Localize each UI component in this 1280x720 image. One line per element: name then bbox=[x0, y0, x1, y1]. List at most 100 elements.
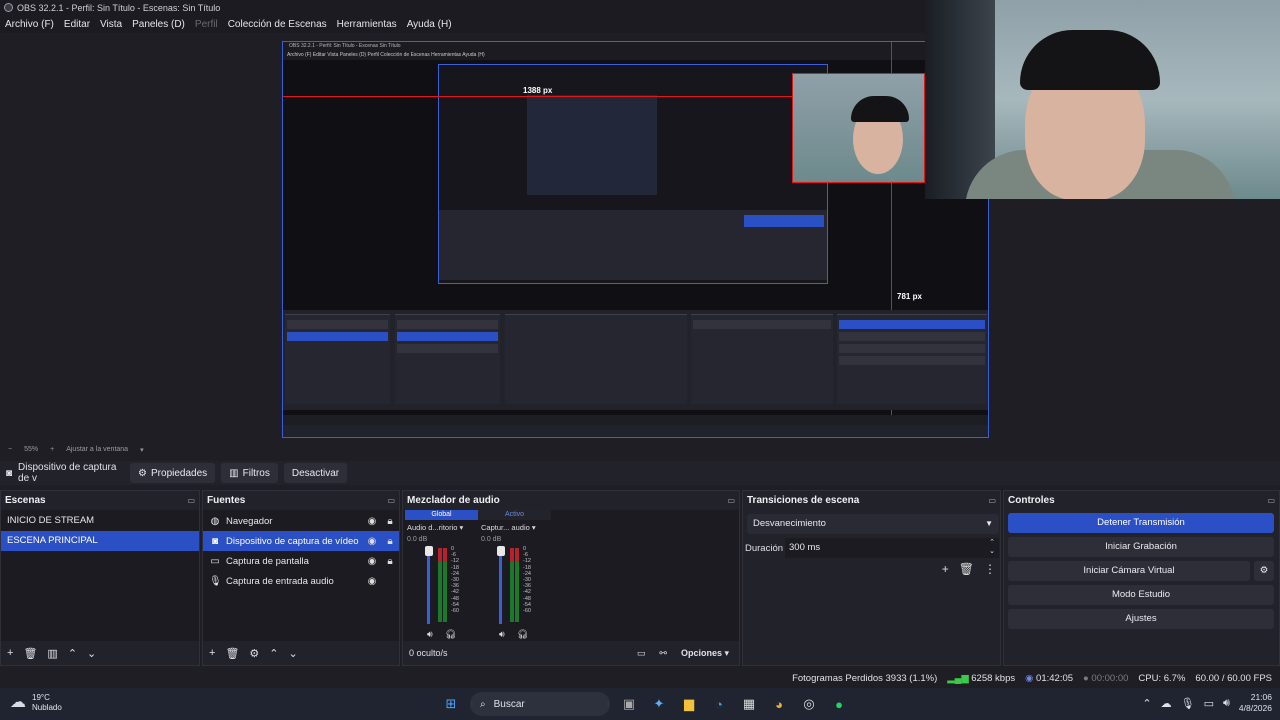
display-icon[interactable]: ▭ bbox=[1204, 697, 1214, 710]
level-meter-peak bbox=[515, 548, 519, 562]
undock-icon[interactable]: ▭ bbox=[1267, 496, 1275, 505]
windows-start-icon[interactable]: ⊞ bbox=[440, 693, 462, 715]
level-meter-peak bbox=[443, 548, 447, 562]
headphones-icon[interactable]: 🎧︎ bbox=[445, 629, 456, 640]
menu-archivo[interactable]: Archivo (F) bbox=[5, 19, 54, 30]
gear-icon: ⚙ bbox=[138, 467, 148, 479]
move-down-icon[interactable]: ⌄ bbox=[289, 647, 298, 660]
transition-select[interactable]: Desvanecimiento ▼ bbox=[747, 514, 999, 534]
task-view-icon[interactable]: ▣ bbox=[618, 693, 640, 715]
stream-time: 01:42:05 bbox=[1036, 672, 1074, 684]
start-recording-button[interactable]: Iniciar Grabación bbox=[1008, 537, 1274, 557]
filters-button[interactable]: ▥ Filtros bbox=[221, 463, 278, 483]
trash-icon[interactable]: 🗑 bbox=[225, 647, 239, 660]
properties-button[interactable]: ⚙ Propiedades bbox=[130, 463, 216, 483]
speaker-icon[interactable]: 🔊︎ bbox=[427, 629, 433, 640]
scene-item[interactable]: ESCENA PRINCIPAL bbox=[1, 531, 199, 551]
menu-paneles[interactable]: Paneles (D) bbox=[132, 19, 185, 30]
properties-label: Propiedades bbox=[151, 467, 208, 479]
eye-icon[interactable]: ◉ bbox=[363, 516, 381, 527]
source-item[interactable]: 🎙︎ Captura de entrada audio ◉ bbox=[203, 571, 399, 591]
clock[interactable]: 21:06 4/8/2026 bbox=[1239, 692, 1272, 714]
chevron-down-icon[interactable]: ▾ bbox=[140, 446, 144, 454]
duration-field[interactable]: 300 ms ⌃ ⌄ bbox=[785, 538, 999, 558]
weather-widget[interactable]: ☁ 19°C Nublado bbox=[10, 693, 62, 713]
volume-icon[interactable]: 🔊︎ bbox=[1223, 697, 1230, 710]
move-up-icon[interactable]: ⌃ bbox=[68, 647, 77, 660]
spinner-icon[interactable]: ⌃ ⌄ bbox=[989, 538, 995, 556]
link-icon[interactable]: ⚯ bbox=[659, 648, 667, 659]
edge-icon[interactable]: ◔ bbox=[708, 693, 730, 715]
channel-name[interactable]: Audio d...ritorio ▾ bbox=[405, 522, 477, 534]
lock-icon[interactable]: 🔒︎ bbox=[381, 556, 399, 567]
menu-editar[interactable]: Editar bbox=[64, 19, 90, 30]
volume-slider-handle[interactable] bbox=[425, 546, 433, 556]
trash-icon[interactable]: 🗑 bbox=[23, 647, 37, 660]
eye-icon[interactable]: ◉ bbox=[363, 576, 381, 587]
store-icon[interactable]: ▦ bbox=[738, 693, 760, 715]
move-down-icon[interactable]: ⌄ bbox=[87, 647, 96, 660]
speaker-icon[interactable]: 🔊︎ bbox=[499, 629, 505, 640]
menu-ayuda[interactable]: Ayuda (H) bbox=[407, 19, 452, 30]
tab-active[interactable]: Activo bbox=[478, 510, 551, 520]
studio-mode-button[interactable]: Modo Estudio bbox=[1008, 585, 1274, 605]
trash-icon[interactable]: 🗑 bbox=[959, 562, 974, 576]
eye-icon[interactable]: ◉ bbox=[363, 536, 381, 547]
gear-icon[interactable]: ⚙ bbox=[249, 647, 259, 660]
channel-name[interactable]: Captur... audio ▾ bbox=[479, 522, 551, 534]
undock-icon[interactable]: ▭ bbox=[187, 496, 195, 505]
chevron-up-icon[interactable]: ⌃ bbox=[1142, 697, 1151, 710]
headphones-icon[interactable]: 🎧︎ bbox=[517, 629, 528, 640]
add-icon[interactable]: + bbox=[942, 562, 949, 576]
undock-icon[interactable]: ▭ bbox=[387, 496, 395, 505]
nested-status-bar bbox=[283, 415, 988, 425]
more-icon[interactable]: ⋮ bbox=[984, 562, 996, 576]
source-item[interactable]: ◍ Navegador ◉ 🔒︎ bbox=[203, 511, 399, 531]
dropped-frames: Fotogramas Perdidos 3933 (1.1%) bbox=[792, 672, 938, 684]
nested-taskbar bbox=[283, 425, 988, 437]
menu-perfil[interactable]: Perfil bbox=[195, 19, 218, 30]
volume-slider[interactable] bbox=[427, 548, 430, 624]
source-item[interactable]: ◙ Dispositivo de captura de vídeo ◉ 🔒︎ bbox=[203, 531, 399, 551]
tab-global[interactable]: Global bbox=[405, 510, 478, 520]
stop-stream-button[interactable]: Detener Transmisión bbox=[1008, 513, 1274, 533]
nested-menu-bar: Archivo (F) Editar Vista Paneles (D) Per… bbox=[283, 51, 988, 60]
gear-icon[interactable]: ⚙ bbox=[1254, 561, 1274, 581]
add-icon[interactable]: + bbox=[7, 647, 13, 659]
undock-icon[interactable]: ▭ bbox=[988, 496, 996, 505]
spotify-icon[interactable]: ● bbox=[828, 693, 850, 715]
deactivate-button[interactable]: Desactivar bbox=[283, 463, 348, 483]
scene-item[interactable]: INICIO DE STREAM bbox=[1, 511, 199, 531]
zoom-in-icon[interactable]: + bbox=[50, 446, 54, 453]
move-up-icon[interactable]: ⌃ bbox=[269, 647, 278, 660]
lock-icon[interactable]: 🔒︎ bbox=[381, 536, 399, 547]
folder-icon[interactable]: ▆ bbox=[678, 693, 700, 715]
volume-slider[interactable] bbox=[499, 548, 502, 624]
taskbar-search[interactable]: ⌕ Buscar bbox=[470, 692, 610, 716]
menu-herramientas[interactable]: Herramientas bbox=[337, 19, 397, 30]
filter-icon[interactable]: ▥ bbox=[47, 647, 57, 660]
copilot-icon[interactable]: ✦ bbox=[648, 693, 670, 715]
menu-coleccion[interactable]: Colección de Escenas bbox=[228, 19, 327, 30]
menu-vista[interactable]: Vista bbox=[100, 19, 122, 30]
zoom-level: 55% bbox=[24, 446, 39, 453]
fit-window-label[interactable]: Ajustar a la ventana bbox=[66, 446, 128, 453]
virtual-camera-button[interactable]: Iniciar Cámara Virtual bbox=[1008, 561, 1250, 581]
signal-bars-icon: ▂▄▆ bbox=[947, 672, 969, 684]
settings-button[interactable]: Ajustes bbox=[1008, 609, 1274, 629]
cloud-sync-icon[interactable]: ☁ bbox=[1161, 697, 1172, 710]
undock-icon[interactable]: ▭ bbox=[727, 496, 735, 505]
eye-icon[interactable]: ◉ bbox=[363, 556, 381, 567]
microphone-icon[interactable]: 🎙︎ bbox=[1181, 697, 1195, 710]
lock-icon[interactable]: 🔒︎ bbox=[381, 516, 399, 527]
search-icon: ⌕ bbox=[480, 698, 486, 710]
chrome-icon[interactable]: ◕ bbox=[768, 693, 790, 715]
volume-slider-handle[interactable] bbox=[497, 546, 505, 556]
layout-icon[interactable]: ▭ bbox=[637, 648, 646, 659]
search-label: Buscar bbox=[493, 698, 525, 710]
options-button[interactable]: Opciones ▾ bbox=[681, 648, 729, 659]
zoom-out-icon[interactable]: − bbox=[8, 446, 12, 453]
source-item[interactable]: ▭ Captura de pantalla ◉ 🔒︎ bbox=[203, 551, 399, 571]
add-icon[interactable]: + bbox=[209, 647, 215, 659]
obs-icon[interactable]: ◎ bbox=[798, 693, 820, 715]
